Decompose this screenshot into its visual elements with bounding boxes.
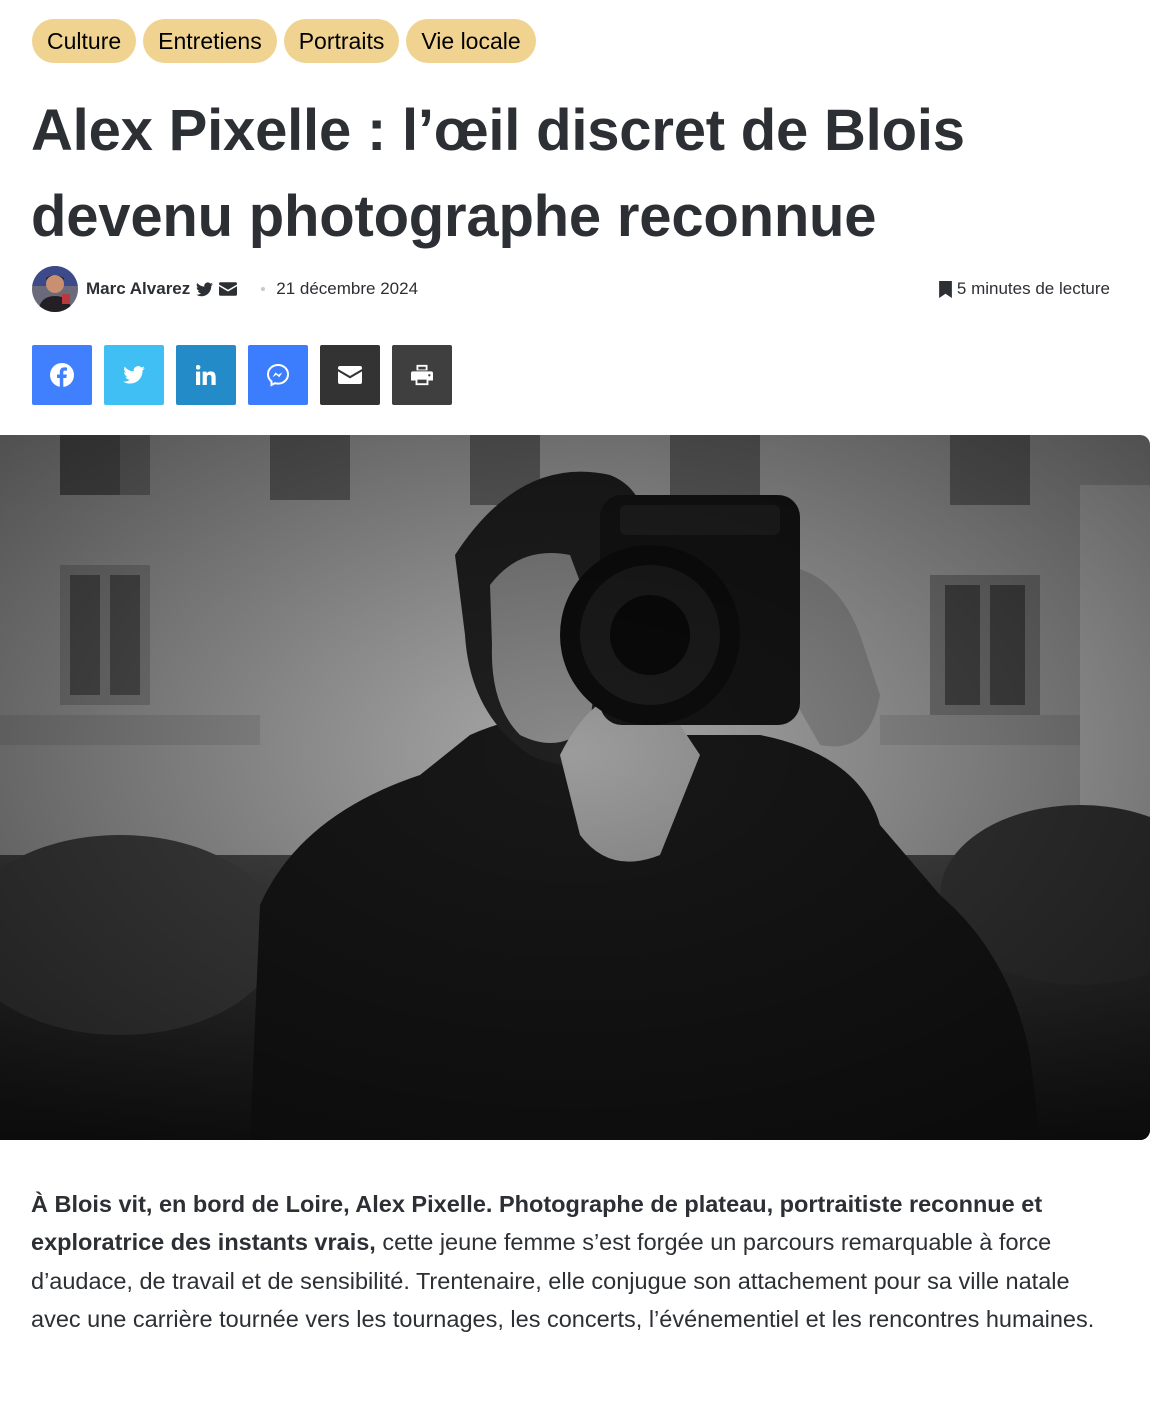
author-name[interactable]: Marc Alvarez xyxy=(86,279,190,299)
reading-time: 5 minutes de lecture xyxy=(939,279,1110,299)
category-tags: Culture Entretiens Portraits Vie locale xyxy=(32,19,536,63)
envelope-icon xyxy=(338,366,362,384)
share-email-button[interactable] xyxy=(320,345,380,405)
share-linkedin-button[interactable] xyxy=(176,345,236,405)
twitter-icon[interactable] xyxy=(196,282,214,297)
publish-date: 21 décembre 2024 xyxy=(276,279,419,298)
tag-entretiens[interactable]: Entretiens xyxy=(143,19,277,63)
print-button[interactable] xyxy=(392,345,452,405)
reading-time-label: 5 minutes de lecture xyxy=(956,279,1110,298)
printer-icon xyxy=(411,364,433,386)
facebook-icon xyxy=(50,363,74,387)
tag-portraits[interactable]: Portraits xyxy=(283,19,400,63)
share-messenger-button[interactable] xyxy=(248,345,308,405)
share-facebook-button[interactable] xyxy=(32,345,92,405)
article-intro: À Blois vit, en bord de Loire, Alex Pixe… xyxy=(31,1185,1116,1338)
article-title: Alex Pixelle : l’œil discret de Blois de… xyxy=(31,98,965,249)
featured-image xyxy=(0,435,1150,1140)
separator-dot xyxy=(261,287,266,291)
bookmark-icon xyxy=(939,280,952,298)
tag-vie-locale[interactable]: Vie locale xyxy=(406,19,536,63)
share-twitter-button[interactable] xyxy=(104,345,164,405)
author-social-links xyxy=(196,282,238,297)
author-avatar[interactable] xyxy=(32,266,78,312)
envelope-icon[interactable] xyxy=(219,282,238,296)
twitter-icon xyxy=(123,366,145,384)
share-buttons xyxy=(32,345,452,405)
article-meta: Marc Alvarez 21 décembre 2024 5 minutes … xyxy=(32,266,1110,312)
messenger-icon xyxy=(266,363,290,387)
tag-culture[interactable]: Culture xyxy=(32,19,137,63)
linkedin-icon xyxy=(196,365,216,385)
